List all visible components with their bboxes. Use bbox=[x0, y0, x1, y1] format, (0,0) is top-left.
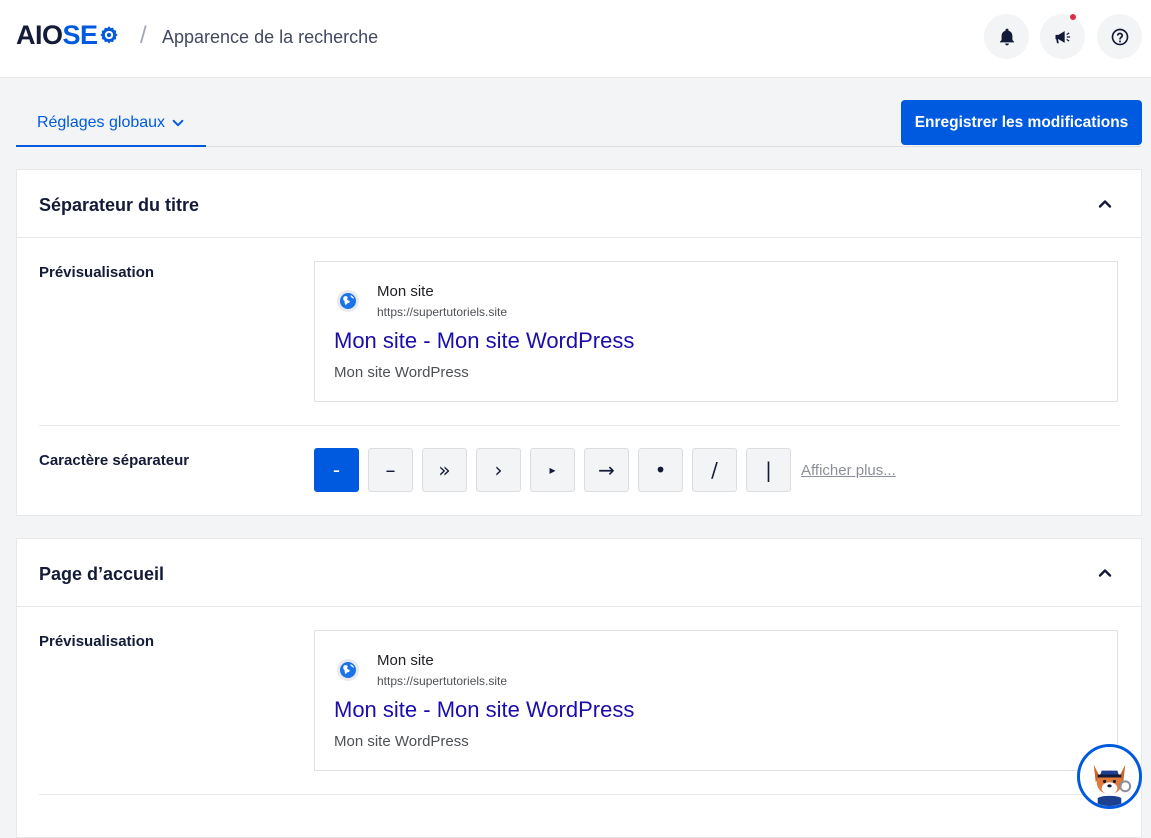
preview-url: https://supertutoriels.site bbox=[377, 674, 508, 688]
separator-option-hyphen[interactable]: - bbox=[314, 448, 359, 492]
homepage-section: Page d’accueil Prévisualisation Mon site… bbox=[16, 538, 1142, 838]
section-title: Séparateur du titre bbox=[39, 195, 200, 215]
separator-option-raquo[interactable]: » bbox=[422, 448, 467, 492]
separator-option-pipe[interactable]: | bbox=[746, 448, 791, 492]
preview-title: Mon site - Mon site WordPress bbox=[334, 697, 635, 722]
globe-icon bbox=[337, 290, 359, 312]
separator-option-en-dash[interactable]: – bbox=[368, 448, 413, 492]
preview-site-name: Mon site bbox=[377, 652, 434, 669]
help-button[interactable] bbox=[1097, 14, 1142, 59]
logo-gear-icon bbox=[99, 26, 118, 44]
separator-option-slash[interactable]: / bbox=[692, 448, 737, 492]
preview-site-name: Mon site bbox=[377, 283, 434, 300]
megaphone-icon bbox=[1055, 30, 1070, 43]
announcements-button[interactable] bbox=[1040, 14, 1085, 59]
top-bar: AIO SE / Apparence de la recherche bbox=[0, 0, 1151, 78]
preview-description: Mon site WordPress bbox=[334, 364, 469, 381]
row-divider bbox=[39, 794, 1119, 795]
breadcrumb-separator: / bbox=[140, 22, 147, 49]
row-divider bbox=[39, 425, 1119, 426]
save-changes-button[interactable]: Enregistrer les modifications bbox=[901, 100, 1142, 145]
preview-description: Mon site WordPress bbox=[334, 733, 469, 750]
separator-option-triangle[interactable]: ▸ bbox=[530, 448, 575, 492]
serp-preview: Mon site https://supertutoriels.site Mon… bbox=[314, 261, 1118, 402]
bell-icon bbox=[999, 28, 1014, 45]
separator-option-arrow[interactable]: → bbox=[584, 448, 629, 492]
tab-label: Réglages globaux bbox=[36, 113, 166, 131]
page-title: Apparence de la recherche bbox=[162, 27, 379, 47]
section-title: Page d’accueil bbox=[39, 564, 165, 584]
chevron-down-icon bbox=[172, 119, 184, 126]
mascot-help-bubble[interactable] bbox=[1077, 744, 1142, 809]
logo-seo-text: SE bbox=[63, 20, 119, 50]
separator-label: Caractère séparateur bbox=[39, 452, 190, 469]
separator-option-rsaquo[interactable]: › bbox=[476, 448, 521, 492]
preview-url: https://supertutoriels.site bbox=[377, 305, 508, 319]
title-separator-section: Séparateur du titre Prévisualisation Mon… bbox=[16, 169, 1142, 516]
tab-global-settings[interactable]: Réglages globaux bbox=[16, 100, 206, 147]
mascot-dog-icon bbox=[1080, 747, 1139, 806]
separator-options: - – » › ▸ → • / | Afficher plus... bbox=[314, 448, 896, 492]
preview-label: Prévisualisation bbox=[39, 633, 155, 650]
section-header[interactable]: Page d’accueil bbox=[17, 539, 1141, 607]
chevron-up-icon[interactable] bbox=[1097, 565, 1113, 581]
preview-label: Prévisualisation bbox=[39, 264, 155, 281]
preview-title: Mon site - Mon site WordPress bbox=[334, 328, 635, 353]
section-header[interactable]: Séparateur du titre bbox=[17, 170, 1141, 238]
show-more-link[interactable]: Afficher plus... bbox=[801, 462, 896, 479]
separator-option-bullet[interactable]: • bbox=[638, 448, 683, 492]
serp-preview: Mon site https://supertutoriels.site Mon… bbox=[314, 630, 1118, 771]
chevron-up-icon[interactable] bbox=[1097, 196, 1113, 212]
help-icon bbox=[1111, 28, 1128, 45]
logo-seo-letters: SE bbox=[62, 20, 99, 50]
aioseo-logo[interactable]: AIO SE bbox=[16, 20, 119, 50]
logo-aio-text: AIO bbox=[16, 20, 63, 50]
notifications-button[interactable] bbox=[984, 14, 1029, 59]
globe-icon bbox=[337, 659, 359, 681]
notification-dot bbox=[1070, 14, 1076, 20]
